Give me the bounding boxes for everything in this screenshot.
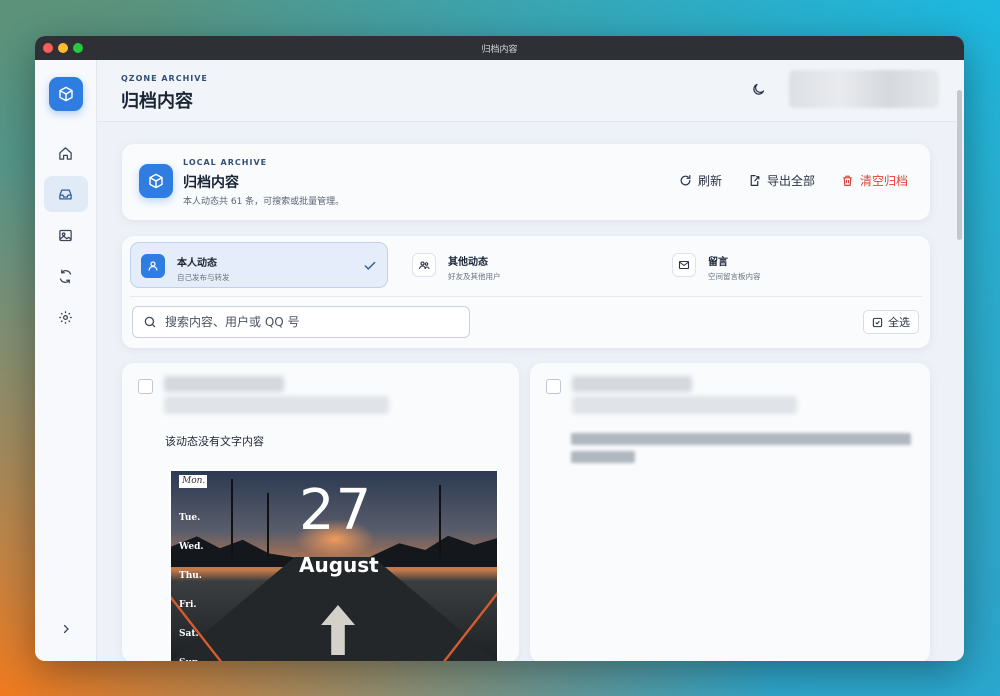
sidebar-item-archive[interactable]	[43, 176, 88, 212]
user-profile[interactable]	[789, 70, 939, 108]
image-day-number: 27	[299, 478, 373, 543]
image-weekday-badge: Mon.	[179, 475, 207, 488]
header-eyebrow: QZONE ARCHIVE	[121, 74, 208, 83]
window-title: 归档内容	[481, 44, 518, 55]
home-icon	[59, 146, 72, 160]
close-window-button[interactable]	[43, 43, 53, 53]
export-all-button[interactable]: 导出全部	[748, 172, 815, 189]
gear-icon	[59, 310, 72, 324]
chevron-right-icon	[63, 624, 69, 634]
scrollbar[interactable]	[957, 90, 962, 240]
tab-label: 留言	[708, 257, 728, 268]
user-icon	[148, 261, 158, 271]
summary-description: 本人动态共 61 条，可搜索或批量管理。	[183, 197, 345, 207]
post-card: 该动态没有文字内容 Mon. Tue. Wed. Thu. Fri. Sat.	[122, 363, 519, 661]
image-weekday: Sat.	[179, 629, 199, 639]
image-utility-pole	[231, 479, 233, 559]
search-icon	[144, 316, 156, 328]
cube-icon	[149, 173, 163, 189]
moon-icon	[753, 83, 765, 95]
tab-description: 空间留言板内容	[708, 272, 761, 281]
image-weekday: Tue.	[179, 513, 201, 523]
tab-own-posts[interactable]: 本人动态 自己发布与转发	[130, 242, 388, 288]
image-month: August	[299, 553, 379, 577]
minimize-window-button[interactable]	[58, 43, 68, 53]
archive-summary-card: LOCAL ARCHIVE 归档内容 本人动态共 61 条，可搜索或批量管理。 …	[122, 144, 930, 220]
post-image[interactable]: Mon. Tue. Wed. Thu. Fri. Sat. Sun. 27 Au…	[169, 469, 499, 661]
post-text: 该动态没有文字内容	[165, 435, 264, 448]
clear-archive-label: 清空归档	[859, 174, 908, 188]
app-window: 归档内容 QZONE ARCHIVE 归档内容 LOCAL ARCHIVE 归档…	[35, 36, 964, 661]
app-logo	[48, 77, 83, 111]
post-meta-blurred	[164, 396, 389, 414]
post-select-checkbox[interactable]	[546, 379, 561, 394]
title-bar: 归档内容	[35, 36, 964, 60]
post-text-blurred	[571, 451, 635, 463]
check-icon	[363, 258, 377, 277]
clear-archive-button[interactable]: 清空归档	[841, 172, 908, 189]
inbox-icon	[59, 189, 72, 199]
image-utility-pole	[267, 493, 269, 557]
tab-icon-tile	[412, 253, 436, 277]
post-author-blurred	[572, 376, 692, 392]
sidebar-item-home[interactable]	[44, 135, 88, 171]
sidebar-expand-button[interactable]	[60, 620, 72, 639]
tab-description: 自己发布与转发	[177, 273, 230, 282]
checkbox-checked-icon	[872, 317, 883, 327]
theme-toggle-button[interactable]	[751, 82, 766, 101]
summary-eyebrow: LOCAL ARCHIVE	[183, 158, 268, 167]
sidebar-item-settings[interactable]	[44, 299, 88, 335]
mail-icon	[678, 260, 690, 270]
users-icon	[418, 261, 430, 270]
image-weekday-list: Mon. Tue. Wed. Thu. Fri. Sat. Sun.	[179, 475, 207, 661]
select-all-label: 全选	[888, 316, 910, 329]
tab-icon-tile	[672, 253, 696, 277]
page-header: QZONE ARCHIVE 归档内容	[97, 60, 964, 122]
search-input[interactable]	[165, 315, 455, 329]
tab-messages[interactable]: 留言 空间留言板内容	[662, 242, 922, 288]
refresh-icon	[680, 175, 691, 186]
divider	[130, 296, 922, 297]
cube-icon	[58, 86, 73, 102]
post-card	[530, 363, 930, 661]
post-author-blurred	[164, 376, 284, 392]
page-title: 归档内容	[121, 91, 193, 112]
sidebar	[35, 60, 97, 661]
sidebar-item-gallery[interactable]	[44, 217, 88, 253]
refresh-button[interactable]: 刷新	[679, 172, 722, 189]
search-box[interactable]	[132, 306, 470, 338]
image-icon	[59, 229, 72, 241]
summary-title: 归档内容	[183, 175, 239, 191]
image-utility-pole	[439, 485, 441, 559]
post-text-blurred	[571, 433, 911, 445]
post-select-checkbox[interactable]	[138, 379, 153, 394]
sidebar-item-sync[interactable]	[44, 258, 88, 294]
trash-icon	[843, 175, 852, 186]
tab-label: 其他动态	[448, 257, 488, 268]
main-content: QZONE ARCHIVE 归档内容 LOCAL ARCHIVE 归档内容 本人…	[97, 60, 964, 661]
post-meta-blurred	[572, 396, 797, 414]
export-icon	[750, 175, 760, 186]
tab-other-posts[interactable]: 其他动态 好友及其他用户	[402, 242, 662, 288]
zoom-window-button[interactable]	[73, 43, 83, 53]
summary-actions: 刷新 导出全部 清空归档	[679, 172, 908, 189]
tab-description: 好友及其他用户	[448, 272, 501, 281]
image-weekday: Thu.	[179, 571, 202, 581]
image-weekday: Fri.	[179, 600, 197, 610]
export-all-label: 导出全部	[766, 174, 815, 188]
refresh-label: 刷新	[697, 174, 722, 188]
window-controls	[43, 43, 83, 53]
image-weekday: Sun.	[179, 649, 207, 661]
image-weekday: Wed.	[179, 542, 204, 552]
filter-card: 本人动态 自己发布与转发 其他动态 好友及其他用户 留言 空间留言板内容 搜索内…	[122, 236, 930, 348]
category-tabs: 本人动态 自己发布与转发 其他动态 好友及其他用户 留言 空间留言板内容	[130, 242, 922, 290]
archive-icon-tile	[139, 164, 173, 198]
sync-icon	[59, 269, 72, 283]
tab-label: 本人动态	[177, 258, 217, 269]
select-all-button[interactable]: 全选	[863, 310, 919, 334]
tab-icon-tile	[141, 254, 165, 278]
